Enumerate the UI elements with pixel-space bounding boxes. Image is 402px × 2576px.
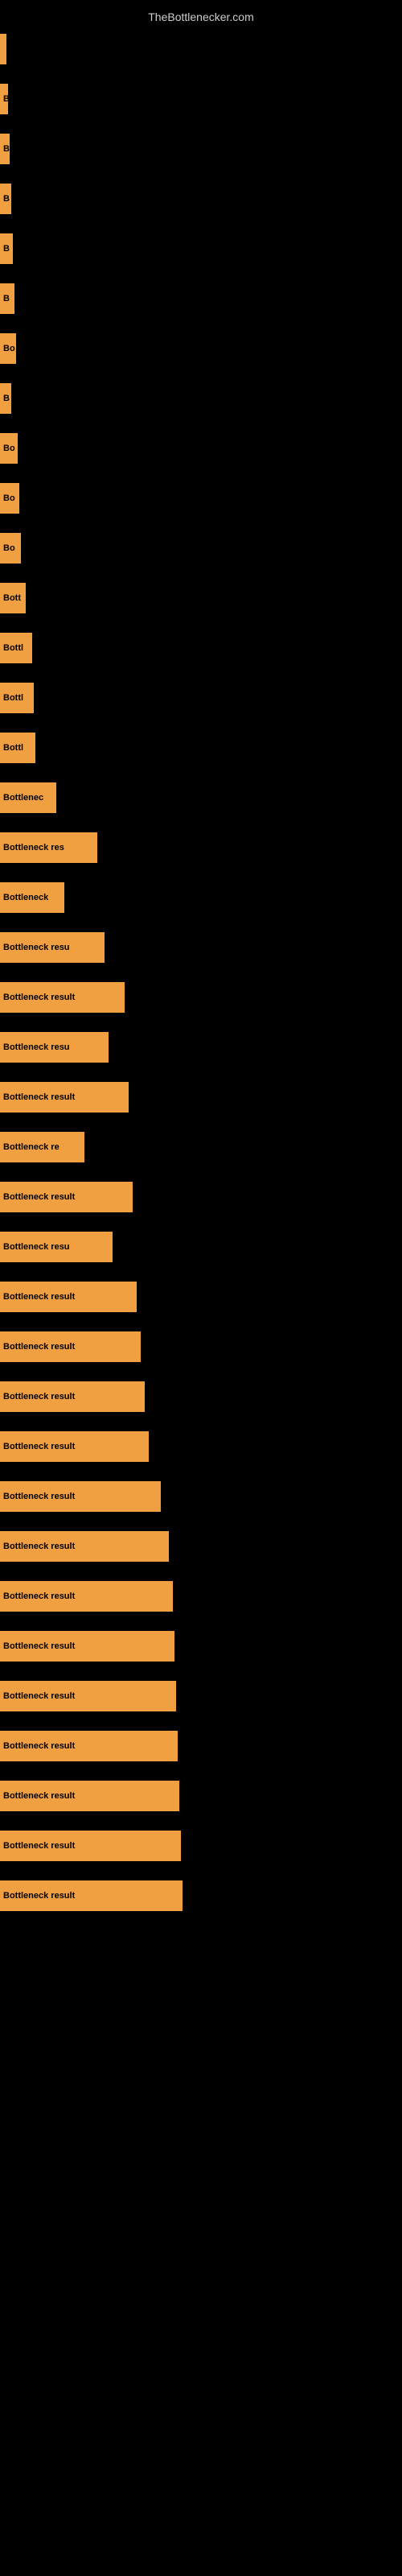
- bar-label: Bottl: [0, 683, 34, 713]
- bar-label: Bottlenec: [0, 782, 56, 813]
- bar-label: Bo: [0, 433, 18, 464]
- bar-label: Bottleneck result: [0, 982, 125, 1013]
- bar-label: Bottleneck result: [0, 1681, 176, 1711]
- bar-row: B: [0, 274, 402, 324]
- bar-label: B: [0, 184, 11, 214]
- bar-label: Bottleneck re: [0, 1132, 84, 1162]
- bar-label: Bottl: [0, 633, 32, 663]
- bar-label: Bottleneck result: [0, 1381, 145, 1412]
- bar-label: Bottleneck result: [0, 1781, 179, 1811]
- bar-row: Bo: [0, 423, 402, 473]
- bar-row: Bo: [0, 324, 402, 374]
- bar-label: Bottleneck resu: [0, 1032, 109, 1063]
- bar-label: Bottleneck resu: [0, 932, 105, 963]
- bar-label: B: [0, 84, 8, 114]
- bar-label: B: [0, 383, 11, 414]
- bar-row: Bottleneck result: [0, 1521, 402, 1571]
- bar-label: Bottleneck result: [0, 1182, 133, 1212]
- bar-label: Bottleneck result: [0, 1880, 183, 1911]
- bar-row: Bottleneck result: [0, 972, 402, 1022]
- bar-row: Bottleneck result: [0, 1072, 402, 1122]
- bar-row: Bottleneck result: [0, 1721, 402, 1771]
- bar-label: Bo: [0, 333, 16, 364]
- bar-label: Bo: [0, 533, 21, 564]
- bar-row: Bottleneck result: [0, 1671, 402, 1721]
- bar-row: Bottleneck result: [0, 1422, 402, 1472]
- bar-label: B: [0, 134, 10, 164]
- bar-label: Bottleneck result: [0, 1531, 169, 1562]
- bar-row: Bottleneck: [0, 873, 402, 923]
- bar-label: Bott: [0, 583, 26, 613]
- bar-row: Bottleneck result: [0, 1871, 402, 1921]
- bar-label: Bottleneck result: [0, 1831, 181, 1861]
- bar-row: Bottleneck re: [0, 1122, 402, 1172]
- bar-label: Bottleneck result: [0, 1282, 137, 1312]
- bar-row: Bottleneck result: [0, 1272, 402, 1322]
- bar-label: [0, 34, 6, 64]
- bar-row: Bottleneck resu: [0, 1022, 402, 1072]
- bar-label: Bottleneck result: [0, 1331, 141, 1362]
- bar-row: Bottleneck result: [0, 1472, 402, 1521]
- bar-row: Bottleneck result: [0, 1621, 402, 1671]
- bars-container: BBBBBBoBBoBoBoBottBottlBottlBottlBottlen…: [0, 24, 402, 1921]
- bar-row: B: [0, 124, 402, 174]
- bar-label: Bottleneck result: [0, 1631, 174, 1662]
- bar-label: Bottl: [0, 733, 35, 763]
- bar-label: Bottleneck: [0, 882, 64, 913]
- bar-row: B: [0, 374, 402, 423]
- bar-label: Bottleneck res: [0, 832, 97, 863]
- bar-row: Bottleneck resu: [0, 1222, 402, 1272]
- bar-row: Bottleneck res: [0, 823, 402, 873]
- bar-row: Bo: [0, 523, 402, 573]
- bar-label: Bottleneck resu: [0, 1232, 113, 1262]
- bar-label: Bottleneck result: [0, 1731, 178, 1761]
- bar-label: B: [0, 233, 13, 264]
- bar-row: Bo: [0, 473, 402, 523]
- bar-row: Bottl: [0, 723, 402, 773]
- bar-row: Bottleneck result: [0, 1821, 402, 1871]
- bar-row: Bottleneck result: [0, 1322, 402, 1372]
- bar-row: Bottleneck result: [0, 1172, 402, 1222]
- bar-label: Bottleneck result: [0, 1581, 173, 1612]
- bar-row: Bottleneck resu: [0, 923, 402, 972]
- bar-row: Bott: [0, 573, 402, 623]
- bar-row: B: [0, 74, 402, 124]
- bar-row: B: [0, 174, 402, 224]
- bar-label: B: [0, 283, 14, 314]
- bar-label: Bottleneck result: [0, 1082, 129, 1113]
- bar-row: [0, 24, 402, 74]
- bar-row: Bottleneck result: [0, 1771, 402, 1821]
- bar-row: Bottl: [0, 673, 402, 723]
- bar-row: Bottlenec: [0, 773, 402, 823]
- bar-row: Bottl: [0, 623, 402, 673]
- bar-label: Bo: [0, 483, 19, 514]
- bar-row: Bottleneck result: [0, 1372, 402, 1422]
- bar-label: Bottleneck result: [0, 1481, 161, 1512]
- bar-row: B: [0, 224, 402, 274]
- bar-label: Bottleneck result: [0, 1431, 149, 1462]
- bar-row: Bottleneck result: [0, 1571, 402, 1621]
